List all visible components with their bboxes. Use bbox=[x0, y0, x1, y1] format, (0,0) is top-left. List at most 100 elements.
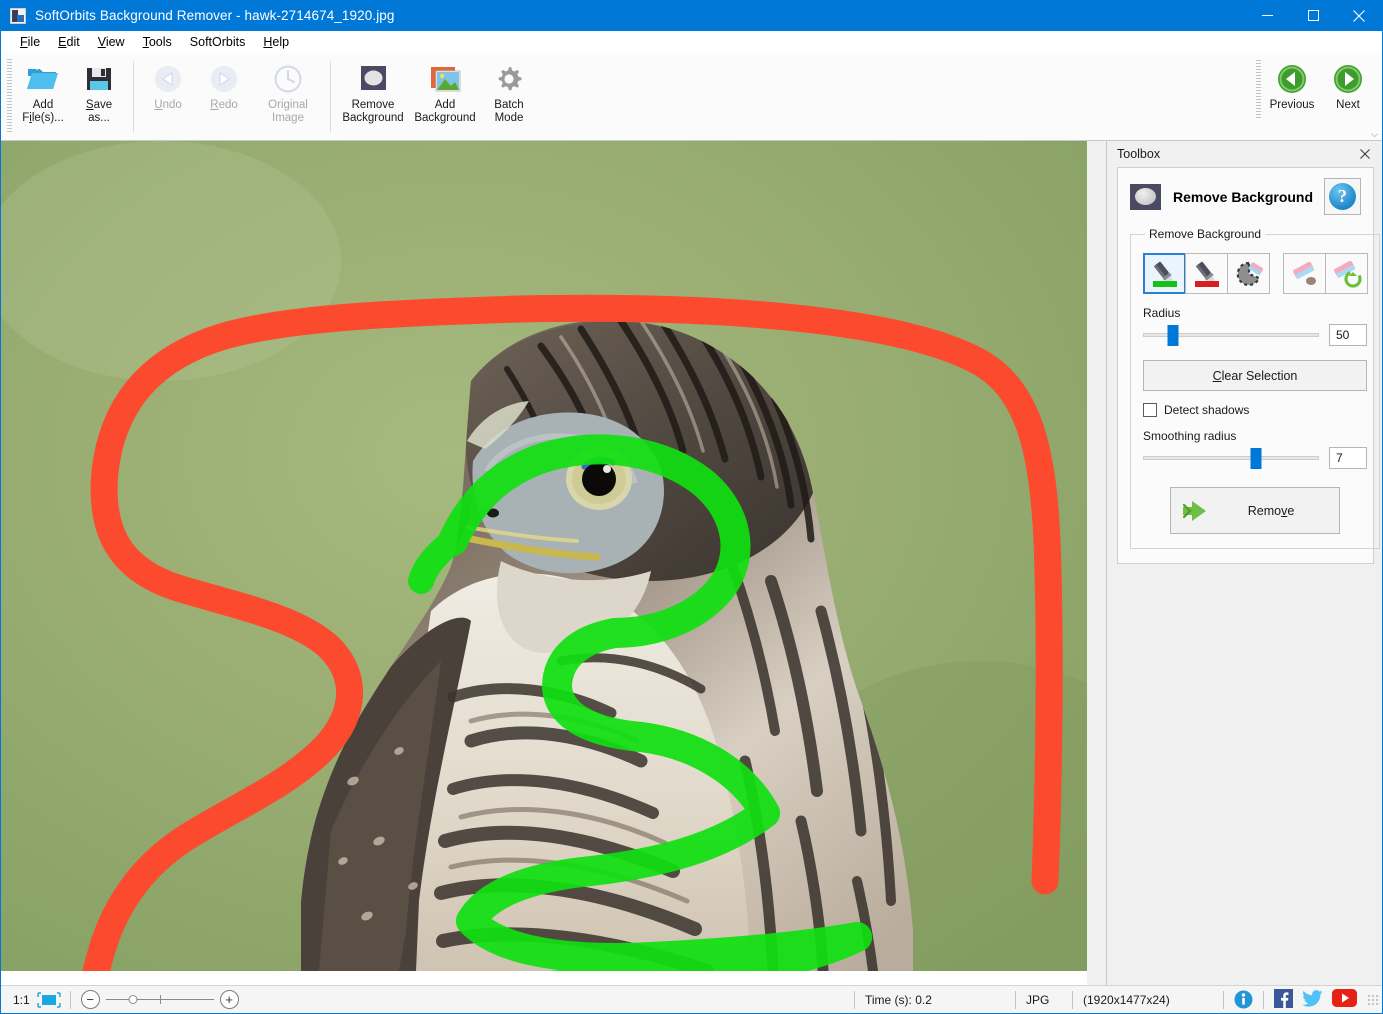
add-files-label: Add File(s)... bbox=[22, 99, 64, 124]
remove-background-icon bbox=[1130, 183, 1161, 210]
save-as-label: Save as... bbox=[85, 99, 113, 124]
radius-slider[interactable] bbox=[1143, 325, 1319, 346]
toolbar-separator-1 bbox=[133, 61, 134, 132]
twitter-button[interactable] bbox=[1302, 989, 1323, 1011]
help-button[interactable]: ? bbox=[1324, 178, 1361, 215]
menu-edit[interactable]: Edit bbox=[49, 33, 89, 51]
toolbar-group-history: Undo Redo Original Image bbox=[140, 53, 324, 140]
menu-file[interactable]: FFileile bbox=[11, 33, 49, 51]
smoothing-slider-track bbox=[1143, 456, 1319, 460]
info-icon bbox=[1234, 990, 1253, 1009]
question-mark-icon: ? bbox=[1329, 183, 1356, 210]
undo-arrow-icon bbox=[153, 62, 183, 96]
remove-button[interactable]: Remove bbox=[1170, 487, 1340, 534]
restore-eraser-tool[interactable] bbox=[1325, 253, 1368, 294]
add-files-button[interactable]: Add File(s)... bbox=[15, 58, 71, 132]
detect-shadows-row[interactable]: Detect shadows bbox=[1143, 403, 1367, 417]
menu-softorbits[interactable]: SoftOrbits bbox=[181, 33, 255, 51]
facebook-button[interactable] bbox=[1274, 988, 1293, 1011]
redo-label: Redo bbox=[210, 99, 238, 111]
toolbar-group-file: Add File(s)... Save as... bbox=[15, 53, 127, 140]
menu-view[interactable]: View bbox=[89, 33, 134, 51]
radius-label: Radius bbox=[1143, 306, 1181, 320]
keep-marker-tool[interactable] bbox=[1143, 253, 1186, 294]
youtube-button[interactable] bbox=[1332, 989, 1357, 1010]
next-button[interactable]: Next bbox=[1320, 58, 1376, 132]
eraser-shadow-icon bbox=[1292, 261, 1316, 285]
toolbox-close-button[interactable] bbox=[1356, 145, 1374, 163]
hawk-photo bbox=[1, 141, 1087, 971]
shadow-eraser-tool[interactable] bbox=[1283, 253, 1326, 294]
smoothing-radius-slider-row: 7 bbox=[1143, 447, 1367, 469]
image-canvas[interactable] bbox=[1, 141, 1087, 985]
toolbar-group-actions: Remove Background Add Background Batch M… bbox=[337, 53, 537, 140]
radius-value[interactable]: 50 bbox=[1329, 324, 1367, 346]
smoothing-slider-thumb[interactable] bbox=[1250, 448, 1262, 469]
smoothing-radius-value[interactable]: 7 bbox=[1329, 447, 1367, 469]
toolbox-header: Toolbox bbox=[1107, 141, 1382, 167]
detect-shadows-checkbox[interactable] bbox=[1143, 403, 1157, 417]
maximize-icon bbox=[1307, 10, 1319, 21]
toolbar-group-navigation: Previous Next bbox=[1250, 53, 1382, 140]
app-icon bbox=[10, 7, 26, 24]
red-marker-icon bbox=[1194, 261, 1219, 287]
toolbar-grip[interactable] bbox=[7, 59, 12, 134]
eraser-tool[interactable] bbox=[1227, 253, 1270, 294]
add-background-button[interactable]: Add Background bbox=[409, 58, 481, 132]
batch-mode-label: Batch Mode bbox=[494, 99, 524, 124]
application-window: SoftOrbits Background Remover - hawk-271… bbox=[0, 0, 1383, 1014]
fit-to-window-button[interactable] bbox=[36, 991, 62, 1009]
close-button[interactable] bbox=[1336, 0, 1382, 31]
remove-background-button[interactable]: Remove Background bbox=[337, 58, 409, 132]
remove-background-label: Remove Background bbox=[342, 99, 404, 124]
zoom-ratio-label: 1:1 bbox=[13, 992, 30, 1007]
menu-help[interactable]: Help bbox=[254, 33, 298, 51]
zoom-out-button[interactable]: − bbox=[80, 990, 100, 1009]
add-background-icon bbox=[428, 62, 462, 96]
canvas-panel-gap bbox=[1087, 141, 1106, 985]
remove-marker-tool[interactable] bbox=[1185, 253, 1228, 294]
remove-background-icon bbox=[356, 62, 390, 96]
open-folder-icon bbox=[26, 62, 60, 96]
remove-button-label: Remove bbox=[1247, 503, 1295, 518]
gear-icon bbox=[494, 62, 524, 96]
maximize-button[interactable] bbox=[1290, 0, 1336, 31]
undo-button[interactable]: Undo bbox=[140, 58, 196, 132]
previous-button[interactable]: Previous bbox=[1264, 58, 1320, 132]
eraser-restore-icon bbox=[1333, 260, 1362, 288]
resize-grip[interactable] bbox=[1367, 993, 1379, 1006]
zoom-slider-tick bbox=[159, 994, 161, 1004]
radius-slider-thumb[interactable] bbox=[1167, 325, 1179, 346]
radius-slider-row: 50 bbox=[1143, 324, 1367, 346]
card-title: Remove Background bbox=[1173, 188, 1314, 205]
minimize-icon bbox=[1261, 15, 1273, 16]
toolbar-separator-2 bbox=[330, 61, 331, 132]
redo-button[interactable]: Redo bbox=[196, 58, 252, 132]
green-arrow-icon bbox=[1182, 500, 1206, 521]
arrow-left-circle-icon bbox=[1276, 62, 1308, 96]
status-bar: 1:1 − + Time (s): 0.2 JPG (1920x1477x24) bbox=[1, 985, 1382, 1013]
menu-tools[interactable]: Tools bbox=[134, 33, 181, 51]
tool-buttons-row bbox=[1143, 253, 1368, 294]
window-controls bbox=[1244, 0, 1382, 31]
zoom-slider[interactable] bbox=[105, 990, 214, 1010]
toolbar-expand-icon[interactable]: ⌵ bbox=[1371, 130, 1378, 139]
youtube-icon bbox=[1332, 989, 1357, 1007]
remove-background-card: Remove Background ? Remove Background Ra… bbox=[1117, 167, 1380, 564]
info-button[interactable] bbox=[1224, 986, 1263, 1014]
smoothing-radius-slider[interactable] bbox=[1143, 448, 1319, 469]
zoom-slider-thumb[interactable] bbox=[128, 994, 138, 1004]
arrow-right-circle-icon bbox=[1332, 62, 1364, 96]
clear-selection-button[interactable]: Clear Selection bbox=[1143, 360, 1367, 391]
add-background-label: Add Background bbox=[414, 99, 476, 124]
original-image-button[interactable]: Original Image bbox=[252, 58, 324, 132]
undo-label: Undo bbox=[154, 99, 182, 111]
save-as-button[interactable]: Save as... bbox=[71, 58, 127, 132]
batch-mode-button[interactable]: Batch Mode bbox=[481, 58, 537, 132]
navigation-grip bbox=[1256, 60, 1261, 118]
floppy-disk-icon bbox=[85, 62, 113, 96]
minimize-button[interactable] bbox=[1244, 0, 1290, 31]
zoom-in-button[interactable]: + bbox=[219, 990, 239, 1009]
remove-background-group: Remove Background Radius 50 Clear Select… bbox=[1130, 227, 1380, 549]
smoothing-radius-label: Smoothing radius bbox=[1143, 429, 1237, 443]
